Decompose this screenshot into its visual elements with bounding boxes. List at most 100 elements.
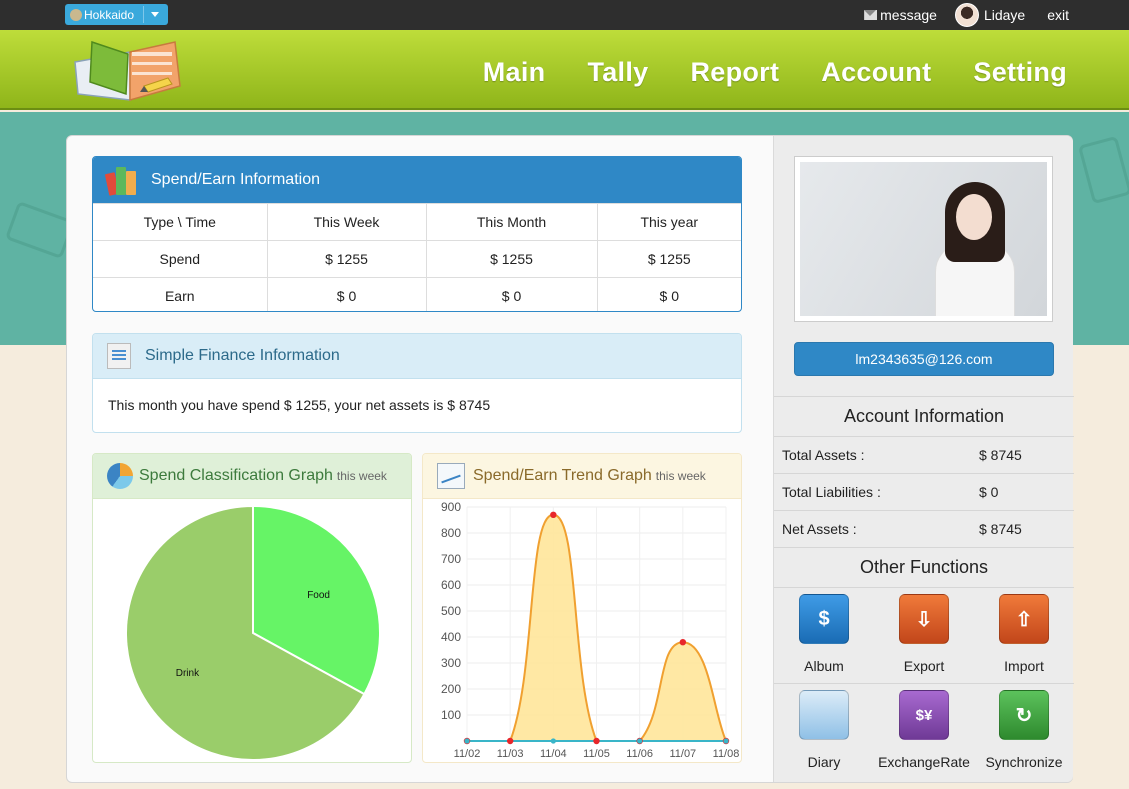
chevron-down-icon[interactable] xyxy=(151,12,159,17)
panel-title: Spend Classification Graph xyxy=(139,467,333,484)
panel-title: Spend/Earn Information xyxy=(151,171,320,188)
y-tick-label: 100 xyxy=(441,708,461,722)
envelope-icon xyxy=(864,10,878,20)
album-function[interactable]: $ Album xyxy=(774,594,874,674)
data-point xyxy=(679,639,687,646)
x-tick-label: 11/06 xyxy=(626,748,653,760)
import-function[interactable]: ⇧ Import xyxy=(974,594,1074,674)
import-icon: ⇧ xyxy=(999,594,1049,644)
y-tick-label: 500 xyxy=(441,604,461,618)
profile-photo xyxy=(794,156,1053,322)
spend-earn-table: Type \ Time This Week This Month This ye… xyxy=(93,203,741,311)
nav-tally[interactable]: Tally xyxy=(587,57,648,88)
column-header: This year xyxy=(596,203,741,241)
y-tick-label: 400 xyxy=(441,630,461,644)
exchange-rate-icon: $¥ xyxy=(899,690,949,740)
table-cell: $ 0 xyxy=(266,277,427,311)
data-point xyxy=(637,738,643,744)
city-dropdown[interactable]: Hokkaido xyxy=(65,4,168,25)
x-tick-label: 11/05 xyxy=(583,748,610,760)
column-header: This Week xyxy=(266,203,427,241)
nav-setting[interactable]: Setting xyxy=(973,57,1067,88)
divider xyxy=(774,473,1074,474)
x-tick-label: 11/02 xyxy=(454,748,481,760)
nav-main[interactable]: Main xyxy=(483,57,546,88)
divider xyxy=(774,396,1074,397)
function-label: Diary xyxy=(807,754,841,770)
exchange-rate-function[interactable]: $¥ ExchangeRate xyxy=(874,690,974,770)
right-sidebar: lm2343635@126.com Account Information To… xyxy=(773,136,1074,782)
y-tick-label: 300 xyxy=(441,656,461,670)
nav-account[interactable]: Account xyxy=(821,57,931,88)
total-liabilities-row: Total Liabilities : $ 0 xyxy=(782,484,1062,500)
top-bar: Hokkaido message Lidaye exit xyxy=(0,0,1129,30)
other-functions-title: Other Functions xyxy=(859,557,989,577)
avatar xyxy=(954,3,979,27)
y-tick-label: 200 xyxy=(441,682,461,696)
kv-value: $ 8745 xyxy=(979,447,1022,463)
function-label: ExchangeRate xyxy=(878,754,970,770)
username: Lidaye xyxy=(983,7,1026,23)
table-cell: $ 0 xyxy=(425,277,598,311)
data-point xyxy=(550,738,556,744)
y-tick-label: 700 xyxy=(441,552,461,566)
panel-header: Spend/Earn Information xyxy=(93,157,741,203)
panel-header: Spend/Earn Trend Graph this week xyxy=(423,454,741,499)
panel-header: Spend Classification Graph this week xyxy=(93,454,411,499)
x-tick-label: 11/03 xyxy=(497,748,524,760)
y-tick-label: 800 xyxy=(441,526,461,540)
panel-title: Spend/Earn Trend Graph xyxy=(473,467,652,484)
net-assets-row: Net Assets : $ 8745 xyxy=(782,521,1062,537)
column-header: This Month xyxy=(425,203,598,241)
table-cell: Spend xyxy=(93,240,268,278)
spend-classification-panel: Spend Classification Graph this week Foo… xyxy=(92,453,412,763)
city-label: Hokkaido xyxy=(84,7,135,22)
pie-label: Food xyxy=(307,590,330,601)
simple-finance-panel: Simple Finance Information This month yo… xyxy=(92,333,742,433)
table-cell: $ 1255 xyxy=(266,240,427,278)
user-profile-link[interactable]: Lidaye xyxy=(954,3,1026,27)
notepad-icon xyxy=(107,343,131,369)
kv-label: Total Liabilities : xyxy=(782,484,881,500)
kv-label: Net Assets : xyxy=(782,521,857,537)
x-tick-label: 11/07 xyxy=(669,748,696,760)
export-function[interactable]: ⇩ Export xyxy=(874,594,974,674)
panel-subtitle: this week xyxy=(336,469,387,483)
table-row: Spend $ 1255 $ 1255 $ 1255 xyxy=(93,240,741,278)
books-icon xyxy=(104,165,139,196)
city-icon xyxy=(70,8,82,21)
divider xyxy=(774,547,1074,548)
kv-value: $ 0 xyxy=(979,484,999,500)
divider xyxy=(774,587,1074,588)
data-point xyxy=(550,511,557,518)
spend-earn-panel: Spend/Earn Information Type \ Time This … xyxy=(92,156,742,312)
app-logo[interactable] xyxy=(70,34,185,104)
diary-function[interactable]: Diary xyxy=(774,690,874,770)
export-icon: ⇩ xyxy=(899,594,949,644)
pie-chart-icon xyxy=(107,463,133,489)
pie-label: Drink xyxy=(176,668,200,679)
table-cell: Earn xyxy=(93,277,268,311)
dropdown-divider xyxy=(143,6,144,23)
finance-summary-text: This month you have spend $ 1255, your n… xyxy=(108,397,491,413)
x-tick-label: 11/08 xyxy=(713,748,740,760)
nav-report[interactable]: Report xyxy=(690,57,779,88)
pie-chart: Food Drink xyxy=(125,504,381,761)
message-label: message xyxy=(880,7,937,23)
synchronize-function[interactable]: ↻ Synchronize xyxy=(974,690,1074,770)
data-point xyxy=(506,737,514,745)
function-label: Import xyxy=(1004,658,1044,674)
divider xyxy=(774,436,1074,437)
panel-title: Simple Finance Information xyxy=(145,347,340,364)
x-tick-label: 11/04 xyxy=(540,748,567,760)
exit-link[interactable]: exit xyxy=(1047,7,1069,23)
diary-icon xyxy=(799,690,849,740)
message-link[interactable]: message xyxy=(864,7,937,23)
data-point xyxy=(723,738,729,744)
y-tick-label: 600 xyxy=(441,578,461,592)
function-label: Album xyxy=(804,658,844,674)
email-button[interactable]: lm2343635@126.com xyxy=(794,342,1054,376)
kv-label: Total Assets : xyxy=(782,447,865,463)
main-nav: Main Tally Report Account Setting xyxy=(0,30,1129,110)
account-info-title: Account Information xyxy=(843,406,1005,426)
